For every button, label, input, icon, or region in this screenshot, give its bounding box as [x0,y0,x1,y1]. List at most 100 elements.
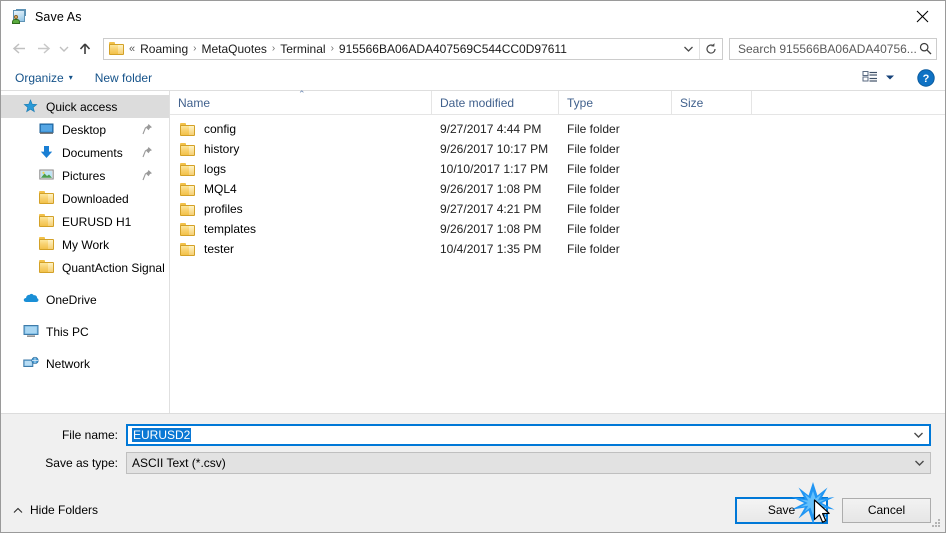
breadcrumb-item-metaquotes[interactable]: MetaQuotes [199,41,270,57]
sidebar-item-documents[interactable]: Documents [1,141,169,164]
folder-icon [39,190,56,207]
file-name-row: File name: EURUSD2 [1,424,945,446]
sidebar-item-label: Pictures [62,168,106,183]
organize-button[interactable]: Organize ▾ [15,71,73,85]
sidebar-item-label: OneDrive [46,292,97,307]
file-name-value: EURUSD2 [132,428,192,442]
file-name-label: tester [204,242,235,256]
chevron-down-icon [683,46,693,52]
breadcrumb-item-guid[interactable]: 915566BA06ADA407569C544CC0D97611 [336,41,570,57]
help-button[interactable]: ? [917,68,935,87]
new-folder-button[interactable]: New folder [95,71,152,85]
file-date-cell: 9/26/2017 1:08 PM [440,222,542,236]
file-name-combobox[interactable]: EURUSD2 [126,424,931,446]
file-name-input[interactable]: EURUSD2 [132,428,907,442]
file-name-cell: MQL4 [170,182,432,196]
table-row[interactable]: MQL4 9/26/2017 1:08 PM File folder [170,179,945,199]
sidebar-item-quick-access[interactable]: Quick access [1,95,169,118]
table-row[interactable]: tester 10/4/2017 1:35 PM File folder [170,239,945,259]
file-name-label: MQL4 [204,182,237,196]
breadcrumb-separator-icon: › [330,42,334,54]
search-input[interactable] [736,40,919,57]
table-row[interactable]: profiles 9/27/2017 4:21 PM File folder [170,199,945,219]
column-headers: Name ⌃ Date modified Type Size [170,89,945,115]
breadcrumb: « Roaming › MetaQuotes › Terminal › 9155… [129,41,677,57]
address-bar[interactable]: « Roaming › MetaQuotes › Terminal › 9155… [103,37,723,60]
search-box[interactable] [729,37,937,60]
folder-icon [39,259,56,276]
sidebar-item-pictures[interactable]: Pictures [1,164,169,187]
pin-icon[interactable] [142,123,153,135]
up-button[interactable] [73,37,97,61]
file-type-cell: File folder [567,182,620,196]
breadcrumb-overflow-icon[interactable]: « [129,43,137,55]
file-name-cell: tester [170,242,432,256]
column-header-size[interactable]: Size [672,90,752,115]
refresh-button[interactable] [699,38,722,59]
sidebar-item-label: Quick access [46,99,118,114]
command-toolbar: Organize ▾ New folder ? [1,65,945,91]
svg-text:?: ? [923,73,930,85]
sidebar-item-onedrive[interactable]: OneDrive [1,288,169,311]
column-label-size: Size [680,95,704,110]
address-dropdown-button[interactable] [677,45,699,53]
table-row[interactable]: logs 10/10/2017 1:17 PM File folder [170,159,945,179]
forward-button[interactable] [31,37,55,61]
hide-folders-button[interactable]: Hide Folders [13,503,98,517]
sidebar-item-label: My Work [62,237,110,252]
documents-download-icon [39,145,56,161]
breadcrumb-item-terminal[interactable]: Terminal [277,41,328,57]
chevron-down-icon [914,460,924,466]
save-as-dialog: Save As « Roaming › MetaQuotes › Termina… [0,0,946,533]
back-button[interactable] [7,37,31,61]
file-name-label: templates [204,222,257,236]
file-name-label: File name: [61,428,118,442]
table-row[interactable]: config 9/27/2017 4:44 PM File folder [170,119,945,139]
window-title: Save As [35,9,82,24]
column-header-name[interactable]: Name ⌃ [170,89,432,115]
file-date-cell: 10/10/2017 1:17 PM [440,162,549,176]
breadcrumb-item-roaming[interactable]: Roaming [137,41,191,57]
search-icon[interactable] [919,42,932,55]
file-date-cell: 9/26/2017 1:08 PM [440,182,542,196]
pin-icon[interactable] [142,146,153,158]
close-button[interactable] [899,1,945,32]
chevron-down-icon: ▾ [68,72,73,82]
sidebar-item-desktop[interactable]: Desktop [1,118,169,141]
file-date-cell: 9/26/2017 10:17 PM [440,142,549,156]
new-folder-label: New folder [94,70,153,85]
file-date-cell: 10/4/2017 1:35 PM [440,242,542,256]
column-header-date-modified[interactable]: Date modified [432,90,559,115]
file-name-dropdown-button[interactable] [907,431,929,439]
pin-icon[interactable] [142,169,153,181]
change-view-button[interactable] [862,70,895,85]
cancel-button[interactable]: Cancel [842,497,931,523]
folder-icon [180,222,196,236]
save-as-type-combobox[interactable]: ASCII Text (*.csv) [126,452,931,474]
resize-grip-icon[interactable] [929,516,942,529]
table-row[interactable]: history 9/26/2017 10:17 PM File folder [170,139,945,159]
sidebar-item-label: Desktop [62,122,107,137]
sidebar-item-downloaded[interactable]: Downloaded [1,187,169,210]
sidebar-item-quantaction-signal[interactable]: QuantAction Signal [1,256,169,279]
navigation-bar: « Roaming › MetaQuotes › Terminal › 9155… [1,32,945,65]
folder-icon [180,242,196,256]
save-as-type-dropdown-button[interactable] [908,459,930,467]
table-row[interactable]: templates 9/26/2017 1:08 PM File folder [170,219,945,239]
file-date-cell: 9/27/2017 4:44 PM [440,122,542,136]
network-icon [23,356,40,372]
folder-icon [180,142,196,156]
file-type-cell: File folder [567,222,620,236]
sidebar-item-network[interactable]: Network [1,352,169,375]
sidebar-item-eurusd-h1[interactable]: EURUSD H1 [1,210,169,233]
sidebar-item-this-pc[interactable]: This PC [1,320,169,343]
recent-locations-button[interactable] [55,37,73,61]
desktop-icon [39,122,56,138]
file-type-cell: File folder [567,122,620,136]
navigation-pane: Quick access Desktop Documents Pictures … [1,91,170,413]
column-header-type[interactable]: Type [559,90,672,115]
sidebar-item-my-work[interactable]: My Work [1,233,169,256]
save-button[interactable]: Save [735,496,828,524]
view-layout-icon [862,71,877,82]
column-label-name: Name [178,95,211,110]
